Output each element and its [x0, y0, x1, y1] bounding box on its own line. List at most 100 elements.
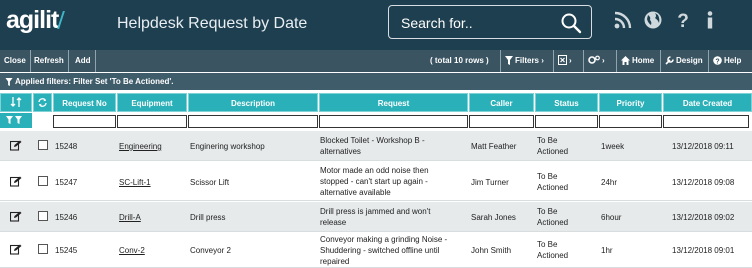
status-line: To Be	[537, 136, 558, 145]
close-button-label: Close	[4, 56, 26, 65]
filter-input-equipment[interactable]	[117, 115, 187, 128]
edit-icon[interactable]	[10, 244, 22, 255]
header-sort-toggle[interactable]	[0, 93, 32, 112]
cell-request-no: 15246	[55, 213, 78, 222]
filter-input-date-created[interactable]	[663, 115, 749, 128]
status-line: Actioned	[537, 251, 569, 260]
request-line: alternatives	[320, 147, 361, 156]
filter-input-description[interactable]	[188, 115, 318, 128]
help-button[interactable]: ? Help	[708, 50, 745, 72]
filter-input-status[interactable]	[535, 115, 598, 128]
export-excel-button[interactable]: ›	[553, 50, 576, 72]
filter-input-priority[interactable]	[599, 115, 662, 128]
table-row[interactable]: 15245 Conv-2 Conveyor 2 Conveyor making …	[0, 233, 752, 268]
cell-equipment-link[interactable]: SC-Lift-1	[119, 177, 151, 188]
header-refresh-toggle[interactable]	[33, 93, 52, 112]
cell-description: Scissor Lift	[190, 178, 230, 187]
filter-icon	[5, 78, 13, 86]
search-box[interactable]: Search for..	[388, 5, 592, 39]
request-line: stopped - can't start up again -	[320, 177, 428, 186]
request-line: Blocked Toilet - Workshop B -	[320, 136, 425, 145]
table-row[interactable]: 15246 Drill-A Drill press Drill press is…	[0, 202, 752, 232]
cell-date-created: 13/12/2018 09:11	[672, 142, 734, 151]
agility-logo: agilit	[6, 6, 66, 36]
column-header-priority[interactable]: Priority	[599, 93, 662, 112]
cell-equipment-link[interactable]: Drill-A	[119, 212, 141, 223]
cell-description: Enginering workshop	[190, 142, 265, 151]
filters-button-label: Filters	[515, 56, 540, 65]
status-line: To Be	[537, 240, 558, 249]
add-button[interactable]: Add	[71, 50, 96, 72]
info-icon[interactable]	[700, 10, 720, 30]
refresh-button-label: Refresh	[34, 56, 64, 65]
status-line: Actioned	[537, 218, 569, 227]
column-header-equipment[interactable]: Equipment	[117, 93, 187, 112]
cell-priority: 24hr	[601, 178, 618, 187]
cell-date-created: 13/12/2018 09:01	[672, 246, 735, 255]
refresh-icon	[38, 98, 47, 107]
row-checkbox[interactable]	[38, 244, 48, 254]
row-checkbox[interactable]	[38, 176, 48, 186]
request-line: Shuddering - switched offline until	[320, 246, 440, 255]
chevron-right-icon: ›	[602, 56, 605, 65]
filter-input-request[interactable]	[319, 115, 468, 128]
request-line: Motor made an odd noise then	[320, 166, 429, 175]
edit-icon[interactable]	[10, 211, 22, 222]
status-line: To Be	[537, 207, 558, 216]
table-row[interactable]: 15248 Engineering Enginering workshop Bl…	[0, 131, 752, 161]
cell-request: Drill press is jammed and won't release	[320, 206, 430, 228]
filters-button[interactable]: Filters ›	[500, 50, 548, 72]
cell-status: To Be Actioned	[537, 239, 568, 261]
globe-icon[interactable]	[643, 10, 663, 30]
cell-request: Motor made an odd noise then stopped - c…	[320, 165, 429, 198]
clear-filters-icon[interactable]	[6, 116, 24, 125]
applied-filters-text: Applied filters: Filter Set 'To Be Actio…	[15, 77, 174, 86]
home-button[interactable]: Home	[616, 50, 658, 72]
search-input[interactable]: Search for..	[401, 15, 473, 31]
cell-priority: 1hr	[601, 246, 613, 255]
cell-status: To Be Actioned	[537, 206, 568, 228]
chevron-right-icon: ›	[539, 56, 544, 65]
cell-description: Conveyor 2	[190, 246, 231, 255]
cell-status: To Be Actioned	[537, 135, 568, 157]
column-header-request-no[interactable]: Request No	[53, 93, 116, 112]
cell-request: Blocked Toilet - Workshop B - alternativ…	[320, 135, 425, 157]
toolbar: Close Refresh Add ( total 10 rows ) Filt…	[0, 50, 752, 72]
column-header-caller[interactable]: Caller	[469, 93, 534, 112]
filter-input-request-no[interactable]	[53, 115, 116, 128]
row-checkbox[interactable]	[38, 140, 48, 150]
row-checkbox[interactable]	[38, 211, 48, 221]
excel-icon	[558, 55, 567, 65]
edit-icon[interactable]	[10, 140, 22, 151]
filter-row-icon-cell	[0, 113, 32, 128]
cell-equipment-link[interactable]: Conv-2	[119, 245, 145, 256]
column-filter-row	[0, 113, 752, 128]
filter-icon	[505, 56, 513, 65]
wrench-icon	[665, 56, 674, 65]
filter-input-caller[interactable]	[469, 115, 534, 128]
cell-status: To Be Actioned	[537, 171, 568, 193]
question-circle-icon: ?	[713, 56, 722, 65]
rss-icon[interactable]	[613, 10, 633, 30]
search-icon[interactable]	[560, 12, 582, 34]
column-header-date-created[interactable]: Date Created	[663, 93, 752, 112]
svg-text:?: ?	[715, 58, 719, 65]
cell-caller: Matt Feather	[471, 142, 517, 151]
cell-equipment-link[interactable]: Engineering	[119, 141, 162, 152]
logo-slash	[57, 11, 66, 29]
refresh-button[interactable]: Refresh	[30, 50, 69, 72]
close-button[interactable]: Close	[0, 50, 31, 72]
help-icon[interactable]: ?	[673, 10, 693, 30]
edit-icon[interactable]	[10, 176, 22, 187]
app-header: agilit Helpdesk Request by Date Search f…	[0, 0, 752, 50]
design-button[interactable]: Design	[660, 50, 707, 72]
status-line: Actioned	[537, 147, 569, 156]
table-row[interactable]: 15247 SC-Lift-1 Scissor Lift Motor made …	[0, 162, 752, 201]
column-header-description[interactable]: Description	[188, 93, 318, 112]
request-line: Drill press is jammed and won't	[320, 207, 431, 216]
settings-button[interactable]: ›	[583, 50, 609, 72]
column-header-request[interactable]: Request	[319, 93, 468, 112]
total-rows-text: ( total 10 rows )	[430, 56, 489, 65]
column-header-status[interactable]: Status	[535, 93, 598, 112]
cell-caller: Sarah Jones	[471, 213, 516, 222]
